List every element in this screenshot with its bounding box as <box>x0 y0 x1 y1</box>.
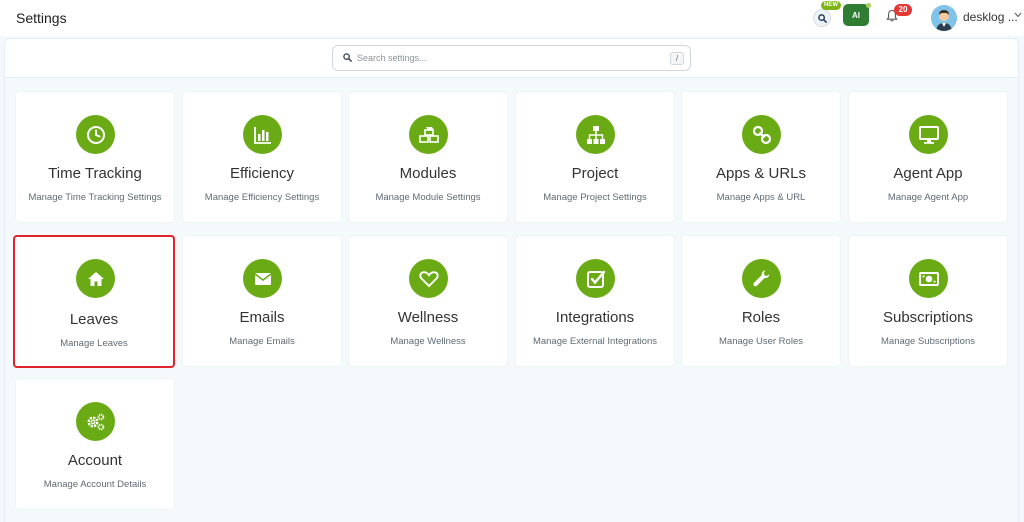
card-subtitle: Manage Leaves <box>60 338 128 349</box>
money-icon <box>909 259 948 298</box>
card-subtitle: Manage Module Settings <box>375 192 481 203</box>
card-title: Emails <box>239 309 285 326</box>
card-subtitle: Manage Project Settings <box>543 192 647 203</box>
top-bar: Settings NEW AI 20 desklog ... <box>0 0 1024 36</box>
card-subtitle: Manage User Roles <box>719 336 803 347</box>
new-badge: NEW <box>821 1 841 10</box>
card-subtitle: Manage Emails <box>229 336 295 347</box>
settings-search: / <box>332 45 691 71</box>
card-modules[interactable]: Modules Manage Module Settings <box>349 92 507 222</box>
card-title: Efficiency <box>230 165 294 182</box>
shortcut-key-hint: / <box>670 52 684 65</box>
ai-button[interactable]: AI <box>843 4 869 26</box>
card-apps-urls[interactable]: Apps & URLs Manage Apps & URL <box>682 92 840 222</box>
card-subscriptions[interactable]: Subscriptions Manage Subscriptions <box>849 236 1007 366</box>
card-integrations[interactable]: Integrations Manage External Integration… <box>516 236 674 366</box>
card-roles[interactable]: Roles Manage User Roles <box>682 236 840 366</box>
user-name[interactable]: desklog ... <box>963 10 1018 24</box>
card-subtitle: Manage Apps & URL <box>716 192 806 203</box>
card-account[interactable]: Account Manage Account Details <box>16 379 174 509</box>
sitemap-icon <box>576 115 615 154</box>
page-title: Settings <box>16 10 67 26</box>
card-title: Project <box>571 165 619 182</box>
user-avatar-icon <box>931 5 957 31</box>
quick-search-button[interactable] <box>813 9 831 27</box>
card-title: Agent App <box>893 165 963 182</box>
ai-status-dot <box>866 3 871 8</box>
card-subtitle: Manage External Integrations <box>532 336 658 347</box>
card-title: Roles <box>741 309 781 326</box>
notification-count-badge: 20 <box>894 4 912 16</box>
card-title: Integrations <box>555 309 635 326</box>
card-subtitle: Manage Account Details <box>43 479 147 490</box>
gears-icon <box>76 402 115 441</box>
monitor-icon <box>909 115 948 154</box>
card-wellness[interactable]: Wellness Manage Wellness <box>349 236 507 366</box>
search-input[interactable] <box>357 49 657 67</box>
bar-chart-icon <box>243 115 282 154</box>
envelope-icon <box>243 259 282 298</box>
card-title: Subscriptions <box>882 309 974 326</box>
clock-icon <box>76 115 115 154</box>
home-icon <box>76 259 115 298</box>
card-title: Leaves <box>69 311 119 328</box>
card-project[interactable]: Project Manage Project Settings <box>516 92 674 222</box>
card-efficiency[interactable]: Efficiency Manage Efficiency Settings <box>183 92 341 222</box>
card-agent-app[interactable]: Agent App Manage Agent App <box>849 92 1007 222</box>
search-icon <box>343 53 352 62</box>
card-subtitle: Manage Subscriptions <box>881 336 975 347</box>
card-subtitle: Manage Agent App <box>887 192 969 203</box>
card-time-tracking[interactable]: Time Tracking Manage Time Tracking Setti… <box>16 92 174 222</box>
wrench-icon <box>742 259 781 298</box>
card-title: Apps & URLs <box>715 165 807 182</box>
cubes-icon <box>409 115 448 154</box>
avatar[interactable] <box>931 5 957 31</box>
card-title: Modules <box>399 165 457 182</box>
chevron-down-icon[interactable] <box>1014 12 1022 18</box>
heart-icon <box>409 259 448 298</box>
card-title: Wellness <box>397 309 459 326</box>
card-subtitle: Manage Time Tracking Settings <box>28 192 162 203</box>
card-title: Account <box>67 452 123 469</box>
check-square-icon <box>576 259 615 298</box>
link-icon <box>742 115 781 154</box>
card-subtitle: Manage Wellness <box>390 336 466 347</box>
card-emails[interactable]: Emails Manage Emails <box>183 236 341 366</box>
card-title: Time Tracking <box>48 165 142 182</box>
search-icon <box>817 13 827 23</box>
card-leaves[interactable]: Leaves Manage Leaves <box>13 235 175 368</box>
card-subtitle: Manage Efficiency Settings <box>204 192 320 203</box>
